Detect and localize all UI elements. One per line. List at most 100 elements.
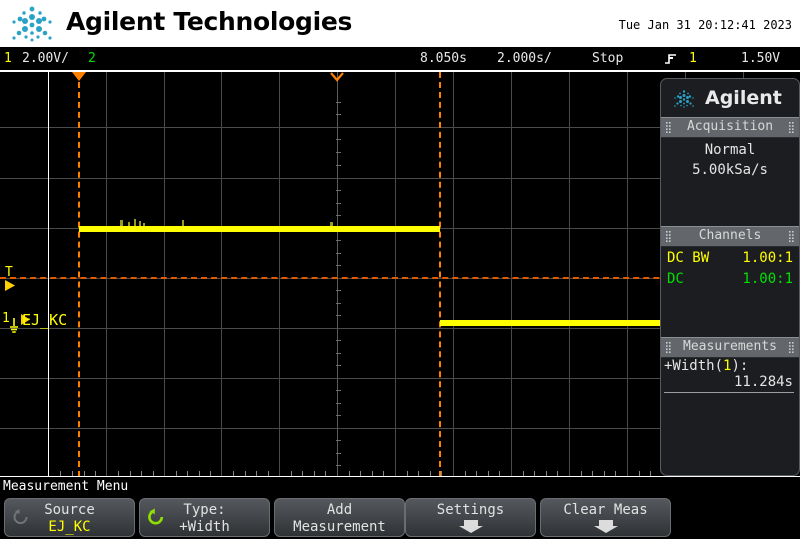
- cursor-marker-icon[interactable]: [439, 72, 441, 477]
- grip-dots-icon: [789, 122, 794, 133]
- measurements-body: +Width(1): 11.284s: [661, 358, 799, 393]
- arrow-down-icon: [593, 520, 618, 533]
- rising-edge-icon: [665, 54, 676, 64]
- center-tick: [336, 365, 341, 366]
- trigger-level-arrow-icon[interactable]: [4, 279, 17, 292]
- channel-probe: 1.00:1: [742, 250, 793, 266]
- grid-line-v: [395, 72, 396, 477]
- center-tick: [336, 415, 341, 416]
- sidebar-brand-text: Agilent: [705, 87, 782, 109]
- trigger-point-marker-icon[interactable]: [330, 72, 344, 82]
- softkey-label-line1: Type:: [183, 502, 226, 518]
- center-tick: [336, 190, 341, 191]
- channel-row[interactable]: DC BW 1.00:1: [665, 249, 795, 270]
- status-delay[interactable]: 8.050s: [420, 51, 467, 66]
- softkey-label-line1: Settings: [436, 502, 505, 518]
- sidebar-section-title: Acquisition: [686, 119, 774, 134]
- acquisition-sample-rate: 5.00kSa/s: [692, 162, 768, 178]
- center-tick: [336, 303, 341, 304]
- ground-symbol-icon: [10, 318, 18, 333]
- grid-line-v: [221, 72, 222, 477]
- waveform-noise: [139, 221, 141, 226]
- grid-line-v: [569, 72, 570, 477]
- center-tick: [336, 465, 341, 466]
- trigger-level-label: T: [5, 265, 13, 280]
- waveform-noise: [128, 222, 130, 226]
- waveform-noise: [330, 222, 333, 226]
- softkey-type[interactable]: Type: +Width: [139, 498, 270, 537]
- datetime-label: Tue Jan 31 20:12:41 2023: [618, 18, 792, 32]
- measurement-name: +Width(1):: [661, 358, 799, 374]
- softkey-clear-meas[interactable]: Clear Meas: [540, 498, 671, 537]
- center-tick: [336, 139, 341, 140]
- center-tick: [336, 403, 341, 404]
- grip-dots-icon: [789, 231, 794, 242]
- softkey-label-line2: +Width: [179, 519, 230, 535]
- center-tick: [336, 102, 341, 103]
- sidebar-brand: Agilent: [661, 79, 799, 117]
- center-tick: [336, 390, 341, 391]
- center-tick: [336, 215, 341, 216]
- acquisition-body: Normal 5.00kSa/s: [661, 138, 799, 226]
- grid-line-v: [511, 72, 512, 477]
- status-trigger-source[interactable]: 1: [689, 51, 697, 66]
- status-ch1-scale[interactable]: 2.00V/: [22, 51, 69, 66]
- softkey-add-measurement[interactable]: Add Measurement: [274, 498, 405, 537]
- softkey-source[interactable]: Source EJ_KC: [4, 498, 135, 537]
- center-tick: [336, 152, 341, 153]
- center-tick: [336, 265, 341, 266]
- softkey-label-line1: Add: [326, 502, 353, 518]
- sidebar-section-channels[interactable]: Channels: [661, 226, 799, 247]
- grid-line-v: [627, 72, 628, 477]
- channel-row[interactable]: DC 1.00:1: [665, 270, 795, 291]
- delay-marker-icon[interactable]: [72, 72, 86, 81]
- grid-line-v-center: [337, 72, 338, 477]
- center-tick: [336, 453, 341, 454]
- channel1-label[interactable]: EJ_KC: [22, 311, 67, 329]
- menu-title: Measurement Menu: [3, 479, 129, 494]
- softkey-settings[interactable]: Settings: [405, 498, 536, 537]
- softkey-row: Source EJ_KC Type: +Width Add Measuremen…: [0, 498, 800, 539]
- center-tick: [336, 353, 341, 354]
- softkey-label-line1: Clear Meas: [563, 502, 648, 518]
- channels-body: DC BW 1.00:1 DC 1.00:1: [661, 247, 799, 337]
- measurement-name-prefix: +Width(: [664, 358, 724, 374]
- channels-spacer: [665, 291, 795, 337]
- softkey-label-line2: EJ_KC: [48, 519, 91, 535]
- softkey-label-line1: Source: [44, 502, 95, 518]
- center-tick: [336, 114, 341, 115]
- info-sidebar: Agilent Acquisition Normal 5.00kSa/s Cha…: [660, 78, 800, 476]
- center-tick: [336, 165, 341, 166]
- acquisition-spacer: [665, 180, 795, 226]
- channel-coupling: DC: [667, 271, 684, 287]
- center-tick: [336, 253, 341, 254]
- waveform-noise: [134, 219, 136, 226]
- oscilloscope-screen: Agilent Technologies Tue Jan 31 20:12:41…: [0, 0, 800, 539]
- measurement-name-suffix: ):: [731, 358, 749, 374]
- acquisition-mode: Normal: [704, 142, 756, 158]
- status-trigger-level[interactable]: 1.50V: [741, 51, 780, 66]
- grid-line-v: [453, 72, 454, 477]
- sidebar-section-acquisition[interactable]: Acquisition: [661, 117, 799, 138]
- center-tick: [336, 203, 341, 204]
- app-header: Agilent Technologies Tue Jan 31 20:12:41…: [0, 0, 800, 47]
- sidebar-section-measurements[interactable]: Measurements: [661, 337, 799, 358]
- menu-title-bar: Measurement Menu: [0, 479, 800, 497]
- waveform-noise: [120, 220, 123, 226]
- waveform-noise: [143, 223, 145, 226]
- agilent-starburst-icon: [12, 6, 52, 42]
- status-bar: 1 2.00V/ 2 8.050s 2.000s/ Stop 1 1.50V: [0, 47, 800, 71]
- center-tick: [336, 290, 341, 291]
- sidebar-section-title: Channels: [698, 228, 762, 243]
- status-ch1-number[interactable]: 1: [4, 51, 12, 66]
- measurement-divider: [664, 392, 794, 393]
- cursor-marker-icon[interactable]: [78, 72, 80, 477]
- center-tick: [336, 440, 341, 441]
- sidebar-section-title: Measurements: [683, 339, 777, 354]
- plot-left-axis: [48, 72, 49, 477]
- status-ch2-number[interactable]: 2: [88, 51, 96, 66]
- status-run-state[interactable]: Stop: [592, 51, 623, 66]
- status-timebase[interactable]: 2.000s/: [497, 51, 552, 66]
- center-tick: [336, 240, 341, 241]
- agilent-starburst-icon: [674, 90, 694, 108]
